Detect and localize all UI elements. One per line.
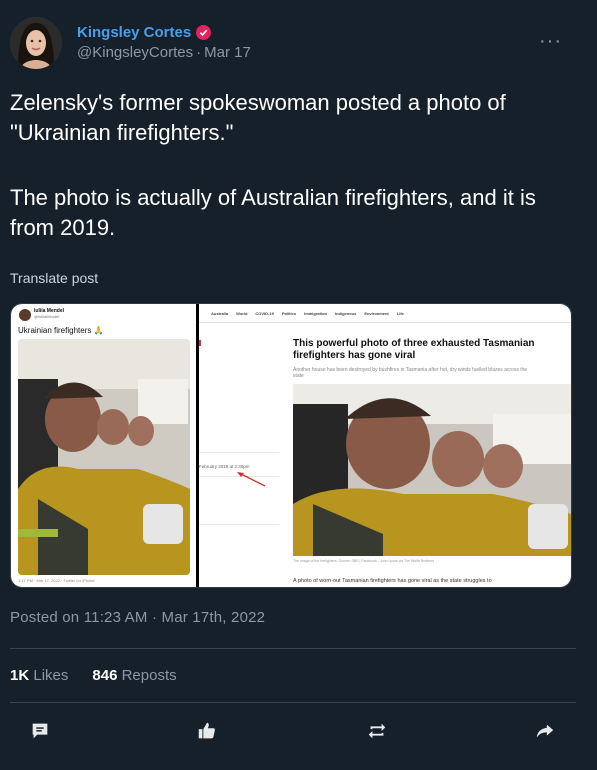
avatar[interactable] bbox=[10, 17, 62, 69]
article-subheading: Another house has been destroyed by bush… bbox=[293, 367, 528, 379]
author-handle-row: @KingsleyCortes · Mar 17 bbox=[77, 44, 251, 61]
article-headline: This powerful photo of three exhausted T… bbox=[293, 338, 535, 361]
nav-item: Australia bbox=[211, 310, 229, 316]
red-arrow-icon bbox=[237, 472, 266, 487]
post-media-image[interactable]: Iuliia Mendel @IuliiaMendel Ukrainian fi… bbox=[10, 303, 572, 588]
post-paragraph-2: The photo is actually of Australian fire… bbox=[10, 185, 536, 240]
nav-item: World bbox=[236, 310, 248, 316]
article-nav-bar: Australia World COVID-19 Politics Immigr… bbox=[199, 304, 571, 323]
likes-count: 1K bbox=[10, 667, 30, 684]
reposts-count: 846 bbox=[92, 667, 118, 684]
firefighters-photo-right bbox=[293, 384, 571, 556]
nav-item: Indigenous bbox=[334, 310, 357, 316]
article-red-marker bbox=[199, 340, 201, 346]
firefighters-photo-left bbox=[18, 339, 190, 575]
author-display-name[interactable]: Kingsley Cortes bbox=[77, 24, 191, 41]
post-date[interactable]: Mar 17 bbox=[204, 44, 251, 61]
divider-bottom bbox=[10, 702, 576, 703]
post-timestamp[interactable]: Posted on 11:23 AM · Mar 17th, 2022 bbox=[10, 609, 265, 626]
embedded-author-handle: @IuliiaMendel bbox=[34, 314, 60, 319]
post-card: Kingsley Cortes @KingsleyCortes · Mar 17 ·… bbox=[0, 0, 597, 770]
translate-post-link[interactable]: Translate post bbox=[10, 270, 98, 286]
nav-item: Immigration bbox=[304, 310, 327, 316]
article-date: February 2019 at 2:30pm bbox=[199, 464, 250, 469]
media-left-tweet-screenshot: Iuliia Mendel @IuliiaMendel Ukrainian fi… bbox=[11, 304, 196, 587]
article-body-text: A photo of worn-out Tasmanian firefighte… bbox=[293, 578, 492, 584]
reposts-label: Reposts bbox=[121, 667, 177, 684]
more-options-icon[interactable]: ··· bbox=[539, 30, 562, 53]
separator-dot: · bbox=[196, 44, 202, 61]
embedded-avatar bbox=[19, 309, 31, 321]
author-handle[interactable]: @KingsleyCortes bbox=[77, 44, 193, 61]
embedded-tweet-footer: 1:17 PM · Mar 17, 2022 · Twitter for iPh… bbox=[18, 578, 95, 583]
author-name-row: Kingsley Cortes bbox=[77, 24, 212, 41]
nav-item: Politics bbox=[281, 310, 297, 316]
post-paragraph-1: Zelensky's former spokeswoman posted a p… bbox=[10, 90, 506, 145]
action-bar bbox=[0, 716, 597, 746]
divider-top bbox=[10, 648, 576, 649]
likes-label: Likes bbox=[33, 667, 69, 684]
repost-icon[interactable] bbox=[362, 716, 392, 746]
embedded-tweet-text: Ukrainian firefighters 🙏 bbox=[18, 326, 104, 335]
reply-icon[interactable] bbox=[25, 716, 55, 746]
verified-badge-icon bbox=[196, 25, 212, 40]
engagement-stats: 1K Likes 846 Reposts bbox=[10, 667, 177, 684]
like-icon[interactable] bbox=[192, 716, 222, 746]
likes-stat[interactable]: 1K Likes bbox=[10, 667, 68, 684]
share-icon[interactable] bbox=[530, 716, 560, 746]
article-photo-caption: The image of the firefighters. Source: S… bbox=[293, 559, 435, 563]
nav-item: Life bbox=[396, 310, 404, 316]
nav-item: COVID-19 bbox=[255, 310, 274, 316]
post-text: Zelensky's former spokeswoman posted a p… bbox=[10, 88, 580, 243]
reposts-stat[interactable]: 846 Reposts bbox=[92, 667, 176, 684]
nav-item: Environment bbox=[364, 310, 389, 316]
media-right-article-screenshot: Australia World COVID-19 Politics Immigr… bbox=[199, 304, 571, 587]
